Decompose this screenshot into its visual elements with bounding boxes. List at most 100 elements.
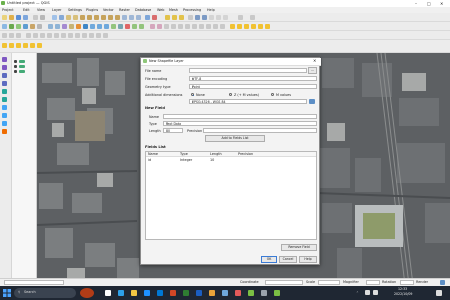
simplify-feature-icon[interactable]: [40, 33, 45, 38]
dim-z-radio[interactable]: [229, 93, 232, 96]
split-features-icon[interactable]: [96, 33, 101, 38]
open-project-icon[interactable]: [9, 15, 14, 20]
select-crs-icon[interactable]: [309, 99, 315, 104]
add-feature-icon[interactable]: [171, 24, 176, 29]
copy-features-icon[interactable]: [199, 24, 204, 29]
office-icon[interactable]: [170, 290, 176, 296]
gps-info-icon[interactable]: [2, 121, 7, 126]
label-icon[interactable]: [230, 24, 235, 29]
temporal-controller-icon[interactable]: [136, 15, 141, 20]
menu-processing[interactable]: Processing: [183, 8, 201, 12]
maximize-icon[interactable]: □: [427, 1, 431, 6]
new-spatialite-layer-icon[interactable]: [23, 24, 28, 29]
processing-toolbox-icon[interactable]: [250, 15, 255, 20]
layout-manager-icon[interactable]: [40, 15, 45, 20]
refresh-icon[interactable]: [145, 15, 150, 20]
add-ring-icon[interactable]: [47, 33, 52, 38]
menu-layer[interactable]: Layer: [52, 8, 61, 12]
menu-help[interactable]: Help: [207, 8, 215, 12]
delete-ring-icon[interactable]: [68, 33, 73, 38]
add-wcs-icon[interactable]: [104, 24, 109, 29]
dim-m-radio[interactable]: [271, 93, 274, 96]
show-hide-labels-icon[interactable]: [30, 43, 35, 48]
new-project-icon[interactable]: [2, 15, 7, 20]
label-change-icon[interactable]: [265, 24, 270, 29]
rotate-feature-icon[interactable]: [33, 33, 38, 38]
undo-icon[interactable]: [213, 24, 218, 29]
add-point-cloud-icon[interactable]: [125, 24, 130, 29]
ok-button[interactable]: OK: [261, 256, 277, 263]
save-as-icon[interactable]: [23, 15, 28, 20]
remove-field-button[interactable]: Remove Field: [281, 244, 317, 251]
label-show-hide-icon[interactable]: [244, 24, 249, 29]
measure-icon[interactable]: [202, 15, 207, 20]
add-spatialite-icon[interactable]: [76, 24, 81, 29]
layer-checkbox-icon[interactable]: [14, 60, 17, 63]
volume-icon[interactable]: [373, 290, 378, 295]
log-messages-icon[interactable]: [2, 113, 7, 118]
label-move-icon[interactable]: [251, 24, 256, 29]
mail-icon[interactable]: [157, 290, 163, 296]
reshape-features-icon[interactable]: [82, 33, 87, 38]
overview-icon[interactable]: [2, 73, 7, 78]
taskbar-search-box[interactable]: ⚲ Search: [14, 288, 76, 298]
text-annotation-icon[interactable]: [223, 15, 228, 20]
new-map-view-icon[interactable]: [122, 15, 127, 20]
pan-map-icon[interactable]: [52, 15, 57, 20]
layer-checkbox-icon[interactable]: [14, 65, 17, 68]
digitize-with-segment-icon[interactable]: [2, 33, 7, 38]
settings-icon[interactable]: [261, 290, 267, 296]
crs-select[interactable]: EPSG:4326 - WGS 84 ▾: [189, 99, 307, 104]
redo-icon[interactable]: [220, 24, 225, 29]
add-to-fields-list-button[interactable]: Add to Fields List: [205, 135, 265, 142]
add-raster-layer-icon[interactable]: [55, 24, 60, 29]
data-source-manager-icon[interactable]: [2, 24, 7, 29]
dim-none-radio[interactable]: [191, 93, 194, 96]
zoom-to-layer-icon[interactable]: [94, 15, 99, 20]
table-row[interactable]: id Integer 10: [146, 158, 316, 163]
identify-icon[interactable]: [152, 15, 157, 20]
add-xyz-icon[interactable]: [132, 24, 137, 29]
menu-raster[interactable]: Raster: [119, 8, 130, 12]
fields-list-table[interactable]: Name Type Length Precision id Integer 10: [145, 151, 317, 240]
add-wms-icon[interactable]: [90, 24, 95, 29]
zoom-out-icon[interactable]: [73, 15, 78, 20]
label-pin-icon[interactable]: [237, 24, 242, 29]
new-shapefile-layer-icon[interactable]: [16, 24, 21, 29]
menu-settings[interactable]: Settings: [68, 8, 82, 12]
add-part-icon[interactable]: [54, 33, 59, 38]
select-by-expression-icon[interactable]: [172, 15, 177, 20]
split-parts-icon[interactable]: [103, 33, 108, 38]
layers-panel-icon[interactable]: [2, 65, 7, 70]
zoom-last-icon[interactable]: [108, 15, 113, 20]
menu-web[interactable]: Web: [157, 8, 164, 12]
photos-icon[interactable]: [222, 290, 228, 296]
zoom-next-icon[interactable]: [115, 15, 120, 20]
new-virtual-layer-icon[interactable]: [37, 24, 42, 29]
layer-item-icon[interactable]: [19, 65, 25, 68]
notification-icon[interactable]: [436, 290, 442, 296]
locator-search-input[interactable]: [4, 280, 64, 285]
move-label-icon[interactable]: [37, 43, 42, 48]
diagram-icon[interactable]: [9, 43, 14, 48]
cancel-button[interactable]: Cancel: [279, 256, 297, 263]
delete-selected-icon[interactable]: [185, 24, 190, 29]
map-tips-icon[interactable]: [209, 15, 214, 20]
digitize-icon[interactable]: [150, 24, 155, 29]
menu-database[interactable]: Database: [135, 8, 151, 12]
layer-item-icon[interactable]: [19, 70, 25, 73]
word-icon[interactable]: [196, 290, 202, 296]
layer-checkbox-icon[interactable]: [14, 70, 17, 73]
help-button[interactable]: Help: [299, 256, 317, 263]
menu-vector[interactable]: Vector: [103, 8, 114, 12]
qgis-taskbar-icon[interactable]: [248, 290, 254, 296]
delete-part-icon[interactable]: [75, 33, 80, 38]
zoom-full-icon[interactable]: [80, 15, 85, 20]
toggle-editing-icon[interactable]: [157, 24, 162, 29]
print-layout-icon[interactable]: [33, 15, 38, 20]
geometry-type-select[interactable]: Point ▾: [189, 84, 317, 89]
new-geopackage-layer-icon[interactable]: [9, 24, 14, 29]
dialog-close-icon[interactable]: ✕: [313, 58, 316, 63]
crs-status-icon[interactable]: [440, 280, 445, 285]
add-arcgis-icon[interactable]: [111, 24, 116, 29]
